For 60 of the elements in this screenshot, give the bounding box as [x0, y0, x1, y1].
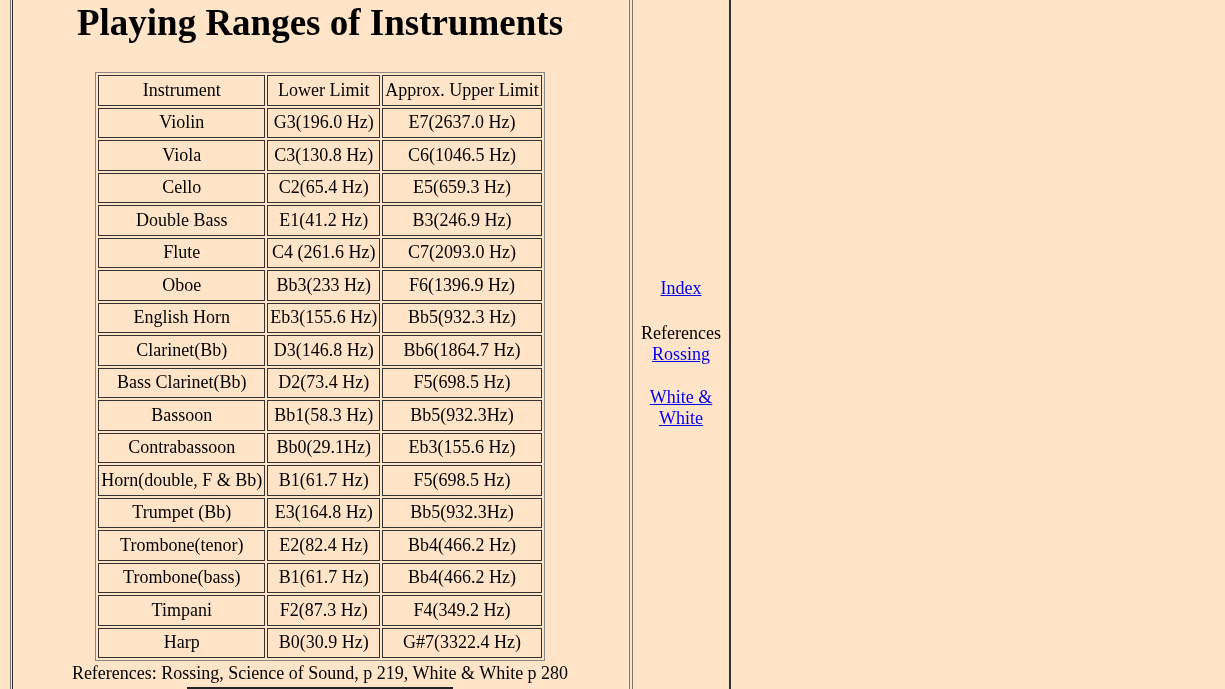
table-cell: G#7(3322.4 Hz) [382, 627, 542, 658]
table-cell: C2(65.4 Hz) [267, 172, 381, 203]
table-cell: Bb1(58.3 Hz) [267, 400, 381, 431]
index-link[interactable]: Index [660, 278, 702, 299]
table-cell: Bb5(932.3 Hz) [382, 302, 542, 333]
reference-link[interactable]: Rossing [652, 344, 710, 365]
table-cell: B0(30.9 Hz) [267, 627, 381, 658]
table-cell: Double Bass [98, 205, 266, 236]
table-cell: F5(698.5 Hz) [382, 465, 542, 496]
column-header: Instrument [98, 75, 266, 106]
table-cell: Timpani [98, 595, 266, 626]
table-cell: Eb3(155.6 Hz) [382, 432, 542, 463]
table-cell: Bb4(466.2 Hz) [382, 530, 542, 561]
table-cell: C6(1046.5 Hz) [382, 140, 542, 171]
table-cell: B1(61.7 Hz) [267, 465, 381, 496]
table-cell: Trumpet (Bb) [98, 497, 266, 528]
table-cell: Viola [98, 140, 266, 171]
table-cell: F2(87.3 Hz) [267, 595, 381, 626]
table-cell: Bb0(29.1Hz) [267, 432, 381, 463]
table-cell: E5(659.3 Hz) [382, 172, 542, 203]
column-header: Lower Limit [267, 75, 381, 106]
column-header: Approx. Upper Limit [382, 75, 542, 106]
table-cell: Bassoon [98, 400, 266, 431]
table-cell: Bb3(233 Hz) [267, 270, 381, 301]
reference-link[interactable]: White & White [633, 387, 729, 429]
table-cell: Violin [98, 107, 266, 138]
table-cell: G3(196.0 Hz) [267, 107, 381, 138]
table-cell: E3(164.8 Hz) [267, 497, 381, 528]
table-cell: C3(130.8 Hz) [267, 140, 381, 171]
table-cell: D3(146.8 Hz) [267, 335, 381, 366]
table-cell: Eb3(155.6 Hz) [267, 302, 381, 333]
table-cell: F6(1396.9 Hz) [382, 270, 542, 301]
references-caption: References: Rossing, Science of Sound, p 219, White & White p 280 [71, 663, 569, 684]
table-cell: Clarinet(Bb) [98, 335, 266, 366]
table-cell: Trombone(tenor) [98, 530, 266, 561]
table-cell: Bb5(932.3Hz) [382, 400, 542, 431]
table-cell: Oboe [98, 270, 266, 301]
table-cell: B3(246.9 Hz) [382, 205, 542, 236]
table-cell: Cello [98, 172, 266, 203]
table-cell: Contrabassoon [98, 432, 266, 463]
table-cell: E7(2637.0 Hz) [382, 107, 542, 138]
table-cell: Bass Clarinet(Bb) [98, 367, 266, 398]
table-cell: F5(698.5 Hz) [382, 367, 542, 398]
table-cell: Bb5(932.3Hz) [382, 497, 542, 528]
table-cell: C4 (261.6 Hz) [267, 237, 381, 268]
table-cell: D2(73.4 Hz) [267, 367, 381, 398]
table-cell: E1(41.2 Hz) [267, 205, 381, 236]
table-cell: F4(349.2 Hz) [382, 595, 542, 626]
table-cell: Flute [98, 237, 266, 268]
table-cell: English Horn [98, 302, 266, 333]
page-title: Playing Ranges of Instruments [76, 1, 564, 44]
table-cell: Horn(double, F & Bb) [98, 465, 266, 496]
table-cell: Harp [98, 627, 266, 658]
table-cell: Bb4(466.2 Hz) [382, 562, 542, 593]
table-cell: B1(61.7 Hz) [267, 562, 381, 593]
table-cell: E2(82.4 Hz) [267, 530, 381, 561]
table-cell: Bb6(1864.7 Hz) [382, 335, 542, 366]
table-cell: C7(2093.0 Hz) [382, 237, 542, 268]
table-cell: Trombone(bass) [98, 562, 266, 593]
references-label: References [641, 323, 721, 344]
